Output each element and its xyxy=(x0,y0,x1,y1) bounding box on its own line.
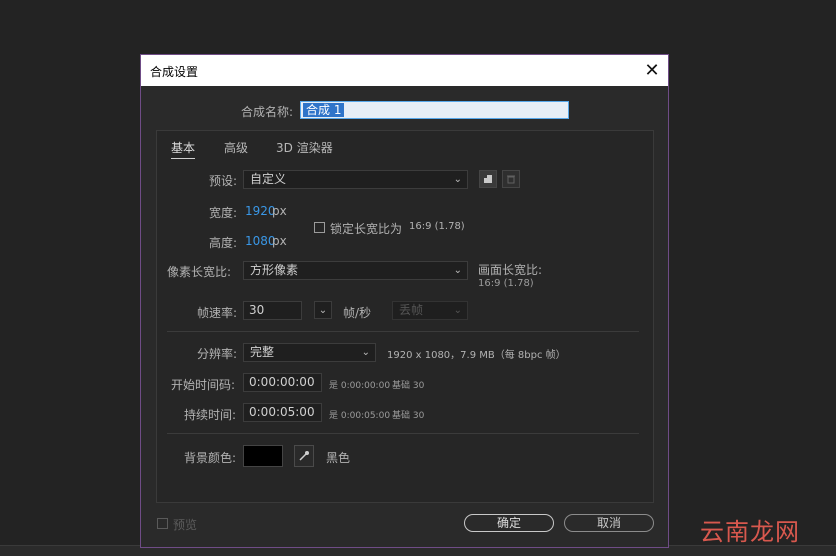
frame-rate-dropdown[interactable]: ⌄ xyxy=(314,301,332,319)
width-value[interactable]: 1920 xyxy=(245,204,276,218)
resolution-label: 分辨率: xyxy=(197,347,238,361)
divider xyxy=(167,331,639,332)
frame-rate-input[interactable]: 30 xyxy=(243,301,302,320)
start-timecode-equivalent: 是 0:00:00:00 xyxy=(329,381,391,391)
comp-name-input[interactable]: 合成 1 xyxy=(300,101,569,119)
duration-label: 持续时间: xyxy=(184,408,237,422)
cancel-button[interactable]: 取消 xyxy=(564,514,654,532)
frame-aspect-value: 16:9 (1.78) xyxy=(478,278,534,289)
start-timecode-label: 开始时间码: xyxy=(171,378,236,392)
drop-frame-dropdown[interactable]: 丢帧 ⌄ xyxy=(392,301,468,320)
background-color-label: 背景颜色: xyxy=(184,451,237,465)
lock-aspect-checkbox[interactable] xyxy=(314,222,325,233)
watermark-text: 云南龙网 xyxy=(700,518,800,546)
start-timecode-base: 基础 30 xyxy=(392,381,425,391)
start-timecode-input[interactable]: 0:00:00:00 xyxy=(243,373,322,392)
chevron-down-icon: ⌄ xyxy=(361,347,370,358)
background-color-swatch[interactable] xyxy=(243,445,283,467)
tab-basic[interactable]: 基本 xyxy=(171,139,196,159)
save-preset-button[interactable] xyxy=(479,170,497,188)
background-color-name: 黑色 xyxy=(326,451,351,465)
preset-label: 预设: xyxy=(209,174,238,188)
save-preset-icon xyxy=(484,175,492,183)
close-icon[interactable]: ✕ xyxy=(640,59,664,81)
pixel-aspect-value: 方形像素 xyxy=(250,263,299,277)
comp-name-label: 合成名称: xyxy=(241,105,294,119)
eyedropper-icon xyxy=(299,451,309,461)
pixel-aspect-dropdown[interactable]: 方形像素 ⌄ xyxy=(243,261,468,280)
duration-equivalent: 是 0:00:05:00 xyxy=(329,411,391,421)
width-unit: px xyxy=(272,204,287,218)
composition-settings-dialog: 合成设置 ✕ 合成名称: 合成 1 基本 高级 3D 渲染器 预设: 自定义 ⌄… xyxy=(140,54,669,548)
comp-name-value: 合成 1 xyxy=(303,103,345,117)
lock-aspect-label: 锁定长宽比为 xyxy=(330,222,403,236)
tab-advanced[interactable]: 高级 xyxy=(224,139,248,156)
tab-3d-renderer[interactable]: 3D 渲染器 xyxy=(276,139,333,156)
pixel-aspect-label: 像素长宽比: xyxy=(167,265,232,279)
duration-base: 基础 30 xyxy=(392,411,425,421)
resolution-value: 完整 xyxy=(250,345,275,359)
height-label: 高度: xyxy=(209,236,238,250)
duration-input[interactable]: 0:00:05:00 xyxy=(243,403,322,422)
frame-rate-label: 帧速率: xyxy=(197,306,238,320)
drop-frame-value: 丢帧 xyxy=(399,303,424,317)
preset-value: 自定义 xyxy=(250,172,287,186)
lock-aspect-ratio: 16:9 (1.78) xyxy=(409,221,465,232)
chevron-down-icon: ⌄ xyxy=(453,174,462,185)
height-unit: px xyxy=(272,234,287,248)
chevron-down-icon: ⌄ xyxy=(453,265,462,276)
trash-icon xyxy=(507,175,515,184)
resolution-info: 1920 x 1080，7.9 MB（每 8bpc 帧） xyxy=(387,350,566,361)
eyedropper-button[interactable] xyxy=(294,445,314,467)
settings-panel: 基本 高级 3D 渲染器 预设: 自定义 ⌄ 宽度: 1920 px 高度: 1… xyxy=(156,130,654,503)
resolution-dropdown[interactable]: 完整 ⌄ xyxy=(243,343,376,362)
height-value[interactable]: 1080 xyxy=(245,234,276,248)
preview-checkbox[interactable] xyxy=(157,518,168,529)
dialog-title: 合成设置 xyxy=(150,65,199,79)
chevron-down-icon: ⌄ xyxy=(318,304,328,316)
delete-preset-button[interactable] xyxy=(502,170,520,188)
preview-label: 预览 xyxy=(173,518,198,532)
width-label: 宽度: xyxy=(209,206,238,220)
divider xyxy=(167,433,639,434)
preset-dropdown[interactable]: 自定义 ⌄ xyxy=(243,170,468,189)
frame-rate-unit: 帧/秒 xyxy=(343,306,372,320)
chevron-down-icon: ⌄ xyxy=(453,305,462,316)
frame-aspect-label: 画面长宽比: xyxy=(478,263,543,277)
ok-button[interactable]: 确定 xyxy=(464,514,554,532)
dialog-titlebar: 合成设置 ✕ xyxy=(141,55,668,86)
